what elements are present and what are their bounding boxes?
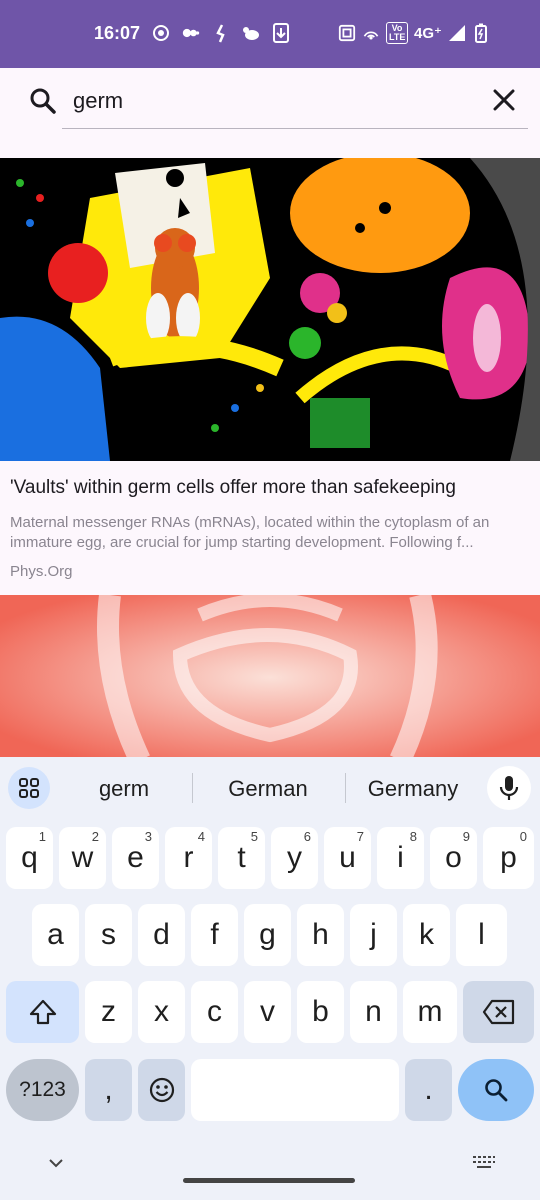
emoji-key[interactable] bbox=[138, 1059, 185, 1121]
key-g[interactable]: g bbox=[244, 904, 291, 966]
key-q[interactable]: q1 bbox=[6, 827, 53, 889]
battery-icon bbox=[472, 23, 490, 43]
download-icon bbox=[272, 23, 290, 43]
search-underline bbox=[62, 128, 528, 129]
key-v[interactable]: v bbox=[244, 981, 291, 1043]
status-bar: 16:07 Vo LTE 4G⁺ bbox=[0, 0, 540, 68]
key-r[interactable]: r4 bbox=[165, 827, 212, 889]
article-source: Phys.Org bbox=[10, 563, 73, 580]
signal-icon bbox=[448, 24, 466, 42]
key-u[interactable]: u7 bbox=[324, 827, 371, 889]
key-l[interactable]: l bbox=[456, 904, 507, 966]
suggestion-2[interactable]: German bbox=[208, 776, 328, 802]
key-e[interactable]: e3 bbox=[112, 827, 159, 889]
suggestion-divider bbox=[345, 773, 346, 803]
system-icons: Vo LTE 4G⁺ bbox=[338, 22, 490, 44]
shift-key[interactable] bbox=[6, 981, 79, 1043]
keyboard-icon[interactable] bbox=[472, 1154, 496, 1175]
key-m[interactable]: m bbox=[403, 981, 457, 1043]
comma-key[interactable]: , bbox=[85, 1059, 132, 1121]
article-summary: Maternal messenger RNAs (mRNAs), located… bbox=[10, 514, 490, 551]
search-icon[interactable] bbox=[28, 86, 58, 116]
network-type: 4G⁺ bbox=[414, 25, 442, 42]
space-key[interactable] bbox=[191, 1059, 399, 1121]
article-title[interactable]: 'Vaults' within germ cells offer more th… bbox=[10, 477, 535, 499]
key-z[interactable]: z bbox=[85, 981, 132, 1043]
nfc-icon bbox=[338, 24, 356, 42]
key-f[interactable]: f bbox=[191, 904, 238, 966]
key-i[interactable]: i8 bbox=[377, 827, 424, 889]
messaging-icon bbox=[182, 24, 200, 42]
keyboard: germ German Germany q1 w2 e3 r4 t5 y6 u7… bbox=[0, 757, 540, 1200]
notification-icons bbox=[152, 23, 290, 43]
key-n[interactable]: n bbox=[350, 981, 397, 1043]
key-d[interactable]: d bbox=[138, 904, 185, 966]
status-time: 16:07 bbox=[94, 23, 141, 43]
key-k[interactable]: k bbox=[403, 904, 450, 966]
key-o[interactable]: o9 bbox=[430, 827, 477, 889]
key-h[interactable]: h bbox=[297, 904, 344, 966]
close-icon[interactable] bbox=[490, 86, 518, 114]
cat-icon bbox=[242, 24, 260, 42]
search-input[interactable] bbox=[73, 85, 473, 117]
suggestion-3[interactable]: Germany bbox=[358, 776, 468, 802]
home-indicator[interactable] bbox=[183, 1178, 355, 1183]
suggestion-1[interactable]: germ bbox=[78, 776, 170, 802]
keyboard-bottom-bar bbox=[0, 1150, 540, 1200]
symbols-key[interactable]: ?123 bbox=[6, 1059, 79, 1121]
suggestion-divider bbox=[192, 773, 193, 803]
search-bar bbox=[0, 68, 540, 158]
chevron-down-icon[interactable] bbox=[47, 1156, 65, 1174]
key-w[interactable]: w2 bbox=[59, 827, 106, 889]
key-x[interactable]: x bbox=[138, 981, 185, 1043]
key-c[interactable]: c bbox=[191, 981, 238, 1043]
emoji-icon bbox=[149, 1077, 174, 1103]
backspace-icon bbox=[482, 999, 514, 1025]
key-p[interactable]: p0 bbox=[483, 827, 534, 889]
walking-icon bbox=[212, 24, 230, 43]
microphone-icon[interactable] bbox=[487, 766, 531, 810]
key-j[interactable]: j bbox=[350, 904, 397, 966]
article-image[interactable] bbox=[0, 158, 540, 461]
suggestion-strip: germ German Germany bbox=[0, 757, 540, 819]
search-icon bbox=[485, 1079, 508, 1102]
article-image-intestine[interactable] bbox=[0, 595, 540, 760]
shift-icon bbox=[29, 999, 56, 1025]
key-y[interactable]: y6 bbox=[271, 827, 318, 889]
key-t[interactable]: t5 bbox=[218, 827, 265, 889]
backspace-key[interactable] bbox=[463, 981, 534, 1043]
hotspot-icon bbox=[362, 24, 380, 42]
whatsapp-icon bbox=[152, 24, 170, 42]
key-b[interactable]: b bbox=[297, 981, 344, 1043]
apps-grid-icon[interactable] bbox=[8, 767, 50, 809]
volte-icon: Vo LTE bbox=[386, 22, 408, 44]
key-a[interactable]: a bbox=[32, 904, 79, 966]
period-key[interactable]: . bbox=[405, 1059, 452, 1121]
search-key[interactable] bbox=[458, 1059, 534, 1121]
key-s[interactable]: s bbox=[85, 904, 132, 966]
